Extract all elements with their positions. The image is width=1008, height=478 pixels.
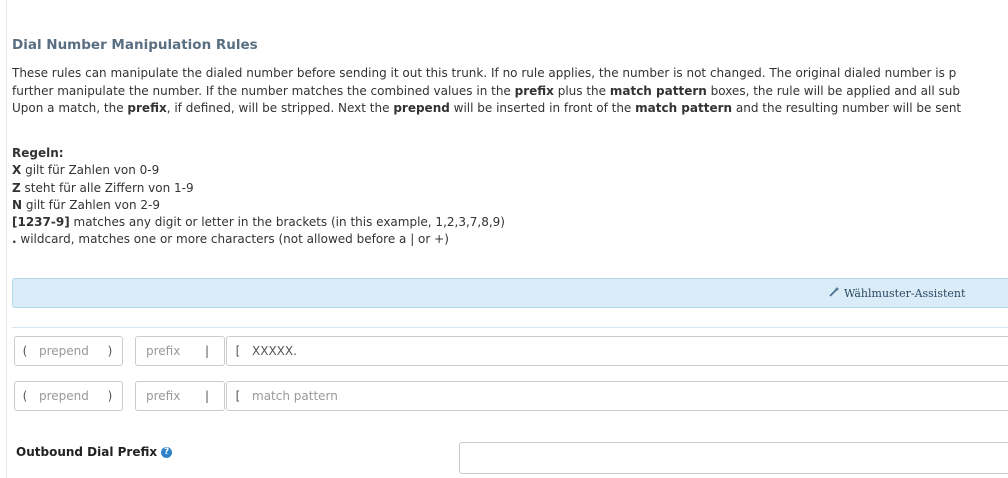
prepend-placeholder: prepend [39,344,89,358]
text: further manipulate the number. If the nu… [12,83,515,98]
rule-key: Z [12,180,21,195]
rule-text: gilt für Zahlen von 0-9 [21,163,160,178]
divider [12,327,1008,328]
text: , if defined, will be stripped. Next the [166,101,394,115]
text: plus the [553,83,610,98]
rule-text: wildcard, matches one or more characters… [16,232,449,247]
rule-text: gilt für Zahlen von 2-9 [22,197,161,212]
rule-key: X [12,163,22,178]
term-match-pattern: match pattern [609,83,707,98]
prefix-placeholder: prefix [146,389,181,403]
close-paren: ) [107,389,113,403]
rule-item: N gilt für Zahlen von 2-9 [12,197,505,214]
text: will be inserted in front of the [449,101,636,115]
left-border [6,0,7,478]
section-title: Dial Number Manipulation Rules [12,37,258,53]
rules-heading-text: Regeln: [12,146,64,160]
prefix-input[interactable]: prefix | [135,336,225,366]
match-pattern-input[interactable]: [ XXXXX. [226,336,1008,366]
term-prefix: prefix [127,101,167,115]
magic-wand-icon [829,286,840,300]
rule-text: matches any digit or letter in the brack… [69,215,505,230]
description: These rules can manipulate the dialed nu… [12,65,1008,118]
rule-item: . wildcard, matches one or more characte… [12,231,505,248]
rule-key: N [12,197,23,212]
prefix-placeholder: prefix [146,344,181,358]
prepend-input[interactable]: ( prepend) [14,381,123,411]
rule-item: X gilt für Zahlen von 0-9 [12,162,505,179]
rule-item: Z steht für alle Ziffern von 1-9 [12,180,505,197]
pipe-separator: | [204,344,210,358]
pattern-wizard-label: Wählmuster-Assistent [844,287,966,300]
term-prefix: prefix [514,83,554,98]
rule-text: steht für alle Ziffern von 1-9 [20,180,194,195]
match-pattern-input[interactable]: [ match pattern [226,381,1008,411]
rules-list: Regeln: X gilt für Zahlen von 0-9 Z steh… [12,145,505,249]
rule-key: [1237-9] [12,215,70,230]
rules-heading: Regeln: [12,145,505,162]
match-pattern-value: XXXXX. [252,344,297,358]
pipe-separator: | [204,389,210,403]
text: and the resulting number will be sent [732,101,962,115]
outbound-dial-prefix-input[interactable] [459,442,1008,474]
term-match-pattern: match pattern [635,101,733,115]
wizard-bar: Wählmuster-Assistent [12,278,1008,308]
prepend-placeholder: prepend [39,389,89,403]
prefix-input[interactable]: prefix | [135,381,225,411]
open-paren: ( [22,344,28,358]
pattern-wizard-button[interactable]: Wählmuster-Assistent [829,286,965,300]
outbound-label-text: Outbound Dial Prefix [16,445,158,459]
rule-item: [1237-9] matches any digit or letter in … [12,214,505,231]
outbound-dial-prefix-label: Outbound Dial Prefix? [16,445,173,459]
text: Upon a match, the [12,101,128,115]
close-paren: ) [107,344,113,358]
text: boxes, the rule will be applied and all … [706,83,960,98]
help-circle-icon[interactable]: ? [161,447,173,458]
match-pattern-placeholder: match pattern [252,389,338,403]
description-line-3: Upon a match, the prefix, if defined, wi… [12,100,1008,118]
term-prepend: prepend [393,101,450,115]
description-line-2: further manipulate the number. If the nu… [12,83,1008,101]
description-line-1: These rules can manipulate the dialed nu… [12,66,957,80]
prepend-input[interactable]: ( prepend) [14,336,123,366]
open-paren: ( [22,389,28,403]
open-bracket: [ [235,389,241,403]
open-bracket: [ [235,344,241,358]
